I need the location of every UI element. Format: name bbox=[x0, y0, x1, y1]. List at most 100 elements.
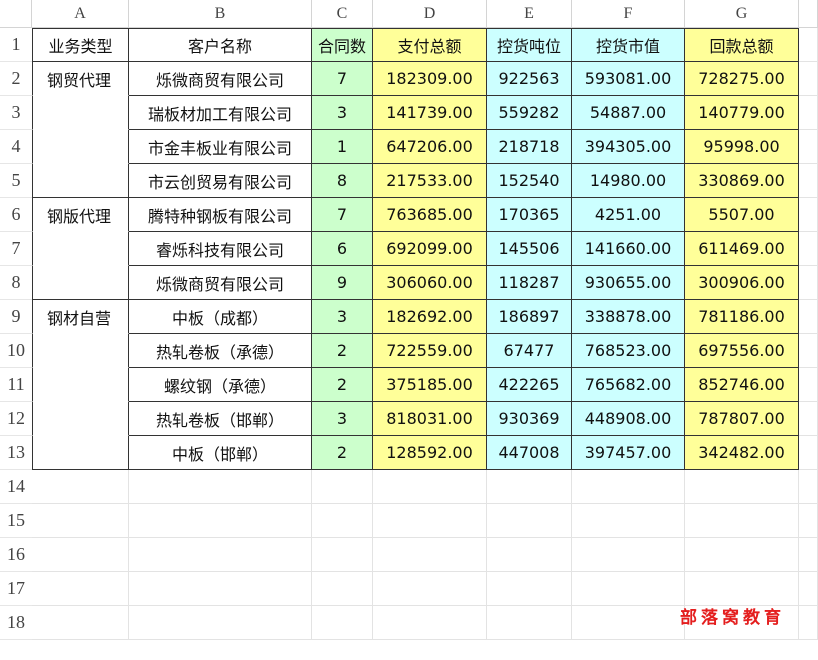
row-header-5[interactable]: 5 bbox=[0, 164, 32, 198]
column-header-a[interactable]: A bbox=[32, 0, 129, 28]
value-cell[interactable]: 140779.00 bbox=[685, 96, 799, 130]
value-cell[interactable]: 3 bbox=[312, 96, 373, 130]
value-cell[interactable]: 559282 bbox=[487, 96, 572, 130]
customer-name-cell[interactable]: 睿烁科技有限公司 bbox=[129, 232, 312, 266]
value-cell[interactable]: 922563 bbox=[487, 62, 572, 96]
header-cell[interactable]: 客户名称 bbox=[129, 28, 312, 62]
value-cell[interactable]: 768523.00 bbox=[572, 334, 685, 368]
customer-name-cell[interactable]: 烁微商贸有限公司 bbox=[129, 266, 312, 300]
value-cell[interactable]: 375185.00 bbox=[373, 368, 487, 402]
row-header-12[interactable]: 12 bbox=[0, 402, 32, 436]
value-cell[interactable]: 2 bbox=[312, 368, 373, 402]
business-type-cell[interactable]: 钢版代理 bbox=[32, 198, 129, 232]
value-cell[interactable]: 593081.00 bbox=[572, 62, 685, 96]
value-cell[interactable]: 4251.00 bbox=[572, 198, 685, 232]
business-type-cell[interactable] bbox=[32, 130, 129, 164]
row-header-14[interactable]: 14 bbox=[0, 470, 32, 504]
value-cell[interactable]: 448908.00 bbox=[572, 402, 685, 436]
value-cell[interactable]: 67477 bbox=[487, 334, 572, 368]
row-header-8[interactable]: 8 bbox=[0, 266, 32, 300]
cell[interactable] bbox=[32, 606, 129, 640]
value-cell[interactable]: 930655.00 bbox=[572, 266, 685, 300]
value-cell[interactable]: 218718 bbox=[487, 130, 572, 164]
value-cell[interactable]: 394305.00 bbox=[572, 130, 685, 164]
value-cell[interactable]: 852746.00 bbox=[685, 368, 799, 402]
cell[interactable] bbox=[312, 504, 373, 538]
cell[interactable] bbox=[129, 470, 312, 504]
cell[interactable] bbox=[129, 538, 312, 572]
row-header-10[interactable]: 10 bbox=[0, 334, 32, 368]
cell[interactable] bbox=[572, 538, 685, 572]
header-cell[interactable]: 控货市值 bbox=[572, 28, 685, 62]
value-cell[interactable]: 95998.00 bbox=[685, 130, 799, 164]
value-cell[interactable]: 692099.00 bbox=[373, 232, 487, 266]
cell[interactable] bbox=[685, 470, 799, 504]
customer-name-cell[interactable]: 市云创贸易有限公司 bbox=[129, 164, 312, 198]
row-header-11[interactable]: 11 bbox=[0, 368, 32, 402]
cell[interactable] bbox=[799, 402, 818, 436]
column-header-g[interactable]: G bbox=[685, 0, 799, 28]
cell[interactable] bbox=[32, 504, 129, 538]
column-header-d[interactable]: D bbox=[373, 0, 487, 28]
value-cell[interactable]: 5507.00 bbox=[685, 198, 799, 232]
cell[interactable] bbox=[799, 538, 818, 572]
value-cell[interactable]: 342482.00 bbox=[685, 436, 799, 470]
value-cell[interactable]: 128592.00 bbox=[373, 436, 487, 470]
cell[interactable] bbox=[799, 334, 818, 368]
business-type-cell[interactable] bbox=[32, 266, 129, 300]
value-cell[interactable]: 14980.00 bbox=[572, 164, 685, 198]
row-header-4[interactable]: 4 bbox=[0, 130, 32, 164]
value-cell[interactable]: 8 bbox=[312, 164, 373, 198]
cell[interactable] bbox=[799, 300, 818, 334]
value-cell[interactable]: 611469.00 bbox=[685, 232, 799, 266]
cell[interactable] bbox=[312, 606, 373, 640]
value-cell[interactable]: 722559.00 bbox=[373, 334, 487, 368]
customer-name-cell[interactable]: 热轧卷板（承德） bbox=[129, 334, 312, 368]
cell[interactable] bbox=[312, 470, 373, 504]
row-header-16[interactable]: 16 bbox=[0, 538, 32, 572]
value-cell[interactable]: 9 bbox=[312, 266, 373, 300]
value-cell[interactable]: 3 bbox=[312, 402, 373, 436]
cell[interactable] bbox=[129, 572, 312, 606]
column-header-b[interactable]: B bbox=[129, 0, 312, 28]
value-cell[interactable]: 765682.00 bbox=[572, 368, 685, 402]
spreadsheet-grid[interactable]: A B C D E F G 1 2 3 4 5 6 7 8 9 10 11 12 13 14 15 16 17 18 业务类型 客户… bbox=[0, 0, 818, 660]
customer-name-cell[interactable]: 热轧卷板（邯郸） bbox=[129, 402, 312, 436]
cell[interactable] bbox=[487, 504, 572, 538]
value-cell[interactable]: 2 bbox=[312, 436, 373, 470]
header-cell[interactable]: 业务类型 bbox=[32, 28, 129, 62]
cell[interactable] bbox=[799, 470, 818, 504]
business-type-cell[interactable] bbox=[32, 334, 129, 368]
cell[interactable] bbox=[32, 572, 129, 606]
cell[interactable] bbox=[312, 572, 373, 606]
value-cell[interactable]: 145506 bbox=[487, 232, 572, 266]
value-cell[interactable]: 2 bbox=[312, 334, 373, 368]
value-cell[interactable]: 728275.00 bbox=[685, 62, 799, 96]
value-cell[interactable]: 6 bbox=[312, 232, 373, 266]
row-header-1[interactable]: 1 bbox=[0, 28, 32, 62]
business-type-cell[interactable] bbox=[32, 232, 129, 266]
cell[interactable] bbox=[799, 164, 818, 198]
row-header-3[interactable]: 3 bbox=[0, 96, 32, 130]
column-header-c[interactable]: C bbox=[312, 0, 373, 28]
value-cell[interactable]: 141739.00 bbox=[373, 96, 487, 130]
cell[interactable] bbox=[32, 538, 129, 572]
row-header-6[interactable]: 6 bbox=[0, 198, 32, 232]
cell[interactable] bbox=[799, 266, 818, 300]
cell[interactable] bbox=[572, 606, 685, 640]
cell[interactable] bbox=[572, 504, 685, 538]
row-header-9[interactable]: 9 bbox=[0, 300, 32, 334]
value-cell[interactable]: 338878.00 bbox=[572, 300, 685, 334]
customer-name-cell[interactable]: 中板（邯郸） bbox=[129, 436, 312, 470]
value-cell[interactable]: 1 bbox=[312, 130, 373, 164]
value-cell[interactable]: 118287 bbox=[487, 266, 572, 300]
value-cell[interactable]: 647206.00 bbox=[373, 130, 487, 164]
cell[interactable] bbox=[572, 572, 685, 606]
cell[interactable] bbox=[799, 62, 818, 96]
business-type-cell[interactable] bbox=[32, 436, 129, 470]
value-cell[interactable]: 697556.00 bbox=[685, 334, 799, 368]
customer-name-cell[interactable]: 烁微商贸有限公司 bbox=[129, 62, 312, 96]
customer-name-cell[interactable]: 腾特种钢板有限公司 bbox=[129, 198, 312, 232]
value-cell[interactable]: 422265 bbox=[487, 368, 572, 402]
column-header-f[interactable]: F bbox=[572, 0, 685, 28]
